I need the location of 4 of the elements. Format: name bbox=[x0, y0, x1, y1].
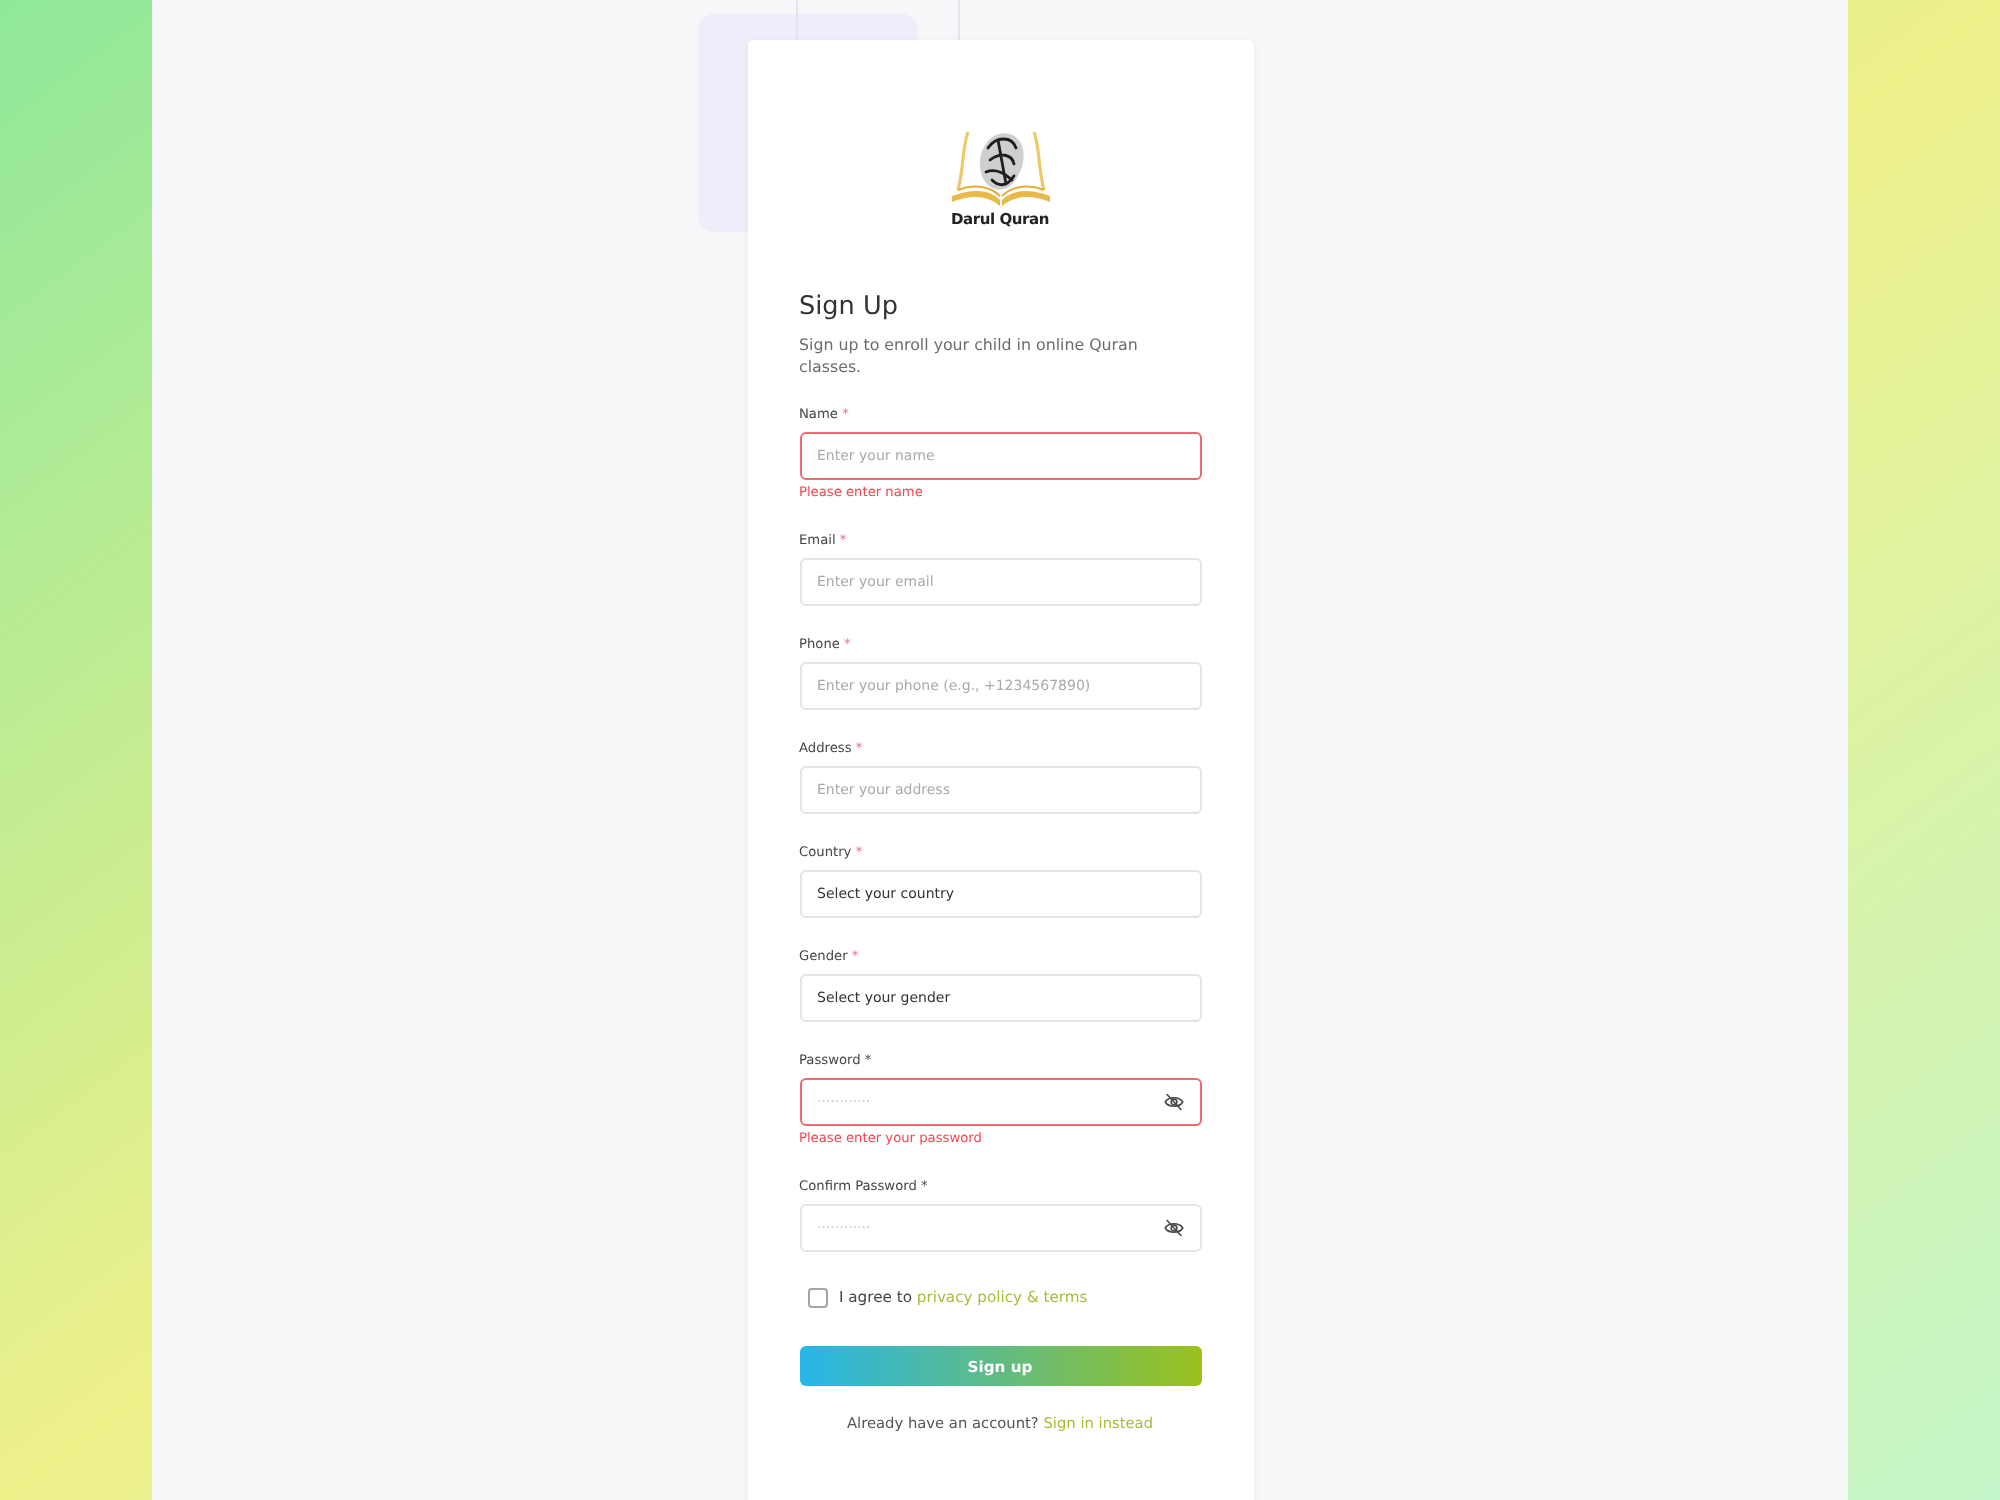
checkbox[interactable] bbox=[807, 1288, 827, 1308]
eye-slash-icon[interactable] bbox=[1163, 1092, 1183, 1112]
page-title: Sign Up bbox=[799, 292, 900, 324]
eye-slash-icon[interactable] bbox=[1163, 1218, 1183, 1238]
